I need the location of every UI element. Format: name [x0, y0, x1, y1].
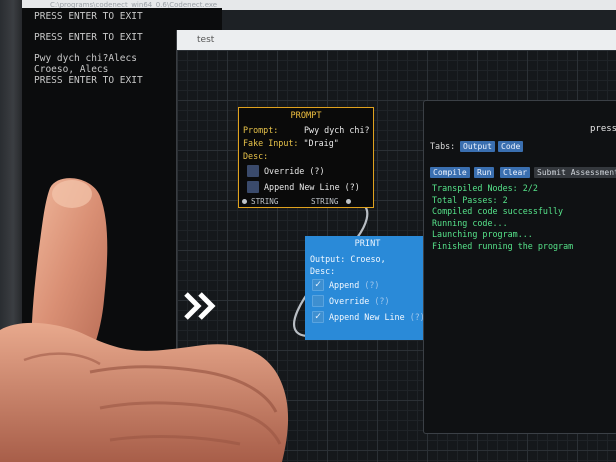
- append-label: Append: [329, 280, 360, 290]
- tab-code[interactable]: Code: [498, 141, 524, 152]
- prompt-label: Prompt:: [243, 125, 279, 135]
- prompt-row: Prompt:: [243, 125, 278, 135]
- prompt-value[interactable]: Pwy dych chi?: [304, 125, 370, 135]
- node-title: PRINT: [354, 239, 381, 249]
- append-new-line-label: Append New Line (?): [264, 182, 360, 192]
- tabs-row: Tabs:: [430, 141, 455, 151]
- desc-label: Desc:: [243, 151, 269, 161]
- fake-input-label: Fake Input:: [243, 138, 299, 148]
- append-checkbox[interactable]: ✓: [312, 279, 324, 291]
- tab-output[interactable]: Output: [460, 141, 495, 152]
- console-line: Croeso, Alecs: [34, 63, 109, 75]
- output-label: Output:: [310, 254, 346, 264]
- output-pin[interactable]: [346, 199, 351, 204]
- clear-button[interactable]: Clear: [500, 167, 531, 178]
- run-button[interactable]: Run: [474, 167, 495, 178]
- node-title: PROMPT: [290, 111, 322, 121]
- help-icon[interactable]: (?): [364, 280, 379, 290]
- append-new-line-label: Append New Line: [329, 312, 405, 322]
- output-row: Output: Croeso,: [310, 254, 386, 264]
- window-titlebar[interactable]: test: [177, 30, 616, 50]
- desc-label: Desc:: [310, 266, 336, 276]
- input-pin-label: STRING: [251, 197, 279, 206]
- override-label: Override: [329, 296, 370, 306]
- output-log: Transpiled Nodes: 2/2 Total Passes: 2 Co…: [432, 183, 573, 252]
- fake-input-value[interactable]: "Draig": [304, 138, 339, 148]
- output-line: Transpiled Nodes: 2/2: [432, 183, 538, 193]
- append-new-line-option: Append New Line (?): [329, 312, 425, 322]
- console-line: PRESS ENTER TO EXIT: [34, 11, 143, 22]
- tabs-label: Tabs:: [430, 141, 456, 151]
- compile-button[interactable]: Compile: [430, 167, 470, 178]
- output-line: Compiled code successfully: [432, 206, 564, 216]
- output-line: Launching program...: [432, 229, 533, 239]
- fake-input-row: Fake Input: "Draig": [243, 138, 339, 148]
- print-node[interactable]: PRINT Output: Croeso, Desc: ✓ Append (?)…: [305, 236, 430, 340]
- override-option: Override (?): [329, 296, 390, 306]
- output-line: Total Passes: 2: [432, 194, 508, 205]
- help-icon[interactable]: (?): [374, 296, 389, 306]
- override-checkbox[interactable]: [312, 295, 324, 307]
- chevron-right-icon[interactable]: [182, 288, 220, 324]
- output-value[interactable]: Croeso,: [350, 254, 385, 264]
- override-checkbox[interactable]: [247, 165, 259, 177]
- console-line: PRESS ENTER TO EXIT: [34, 32, 143, 44]
- input-pin[interactable]: [242, 199, 247, 204]
- append-new-line-checkbox[interactable]: ✓: [312, 311, 324, 323]
- output-line: Finished running the program: [432, 240, 574, 251]
- override-label: Override (?): [264, 166, 325, 176]
- panel-header: press: [590, 124, 616, 134]
- append-new-line-checkbox[interactable]: [247, 181, 259, 193]
- submit-assessment-button[interactable]: Submit Assessment: [534, 167, 616, 178]
- append-option: Append (?): [329, 280, 379, 290]
- console-line: PRESS ENTER TO EXIT: [34, 74, 143, 86]
- output-line: Running code...: [432, 217, 508, 228]
- console-output: PRESS ENTER TO EXIT PRESS ENTER TO EXIT …: [34, 11, 143, 86]
- window-title: test: [197, 35, 215, 45]
- output-pin-label: STRING: [311, 197, 339, 206]
- monitor-bezel: [0, 0, 22, 462]
- prompt-node[interactable]: PROMPT Prompt: Pwy dych chi? Fake Input:…: [238, 107, 374, 208]
